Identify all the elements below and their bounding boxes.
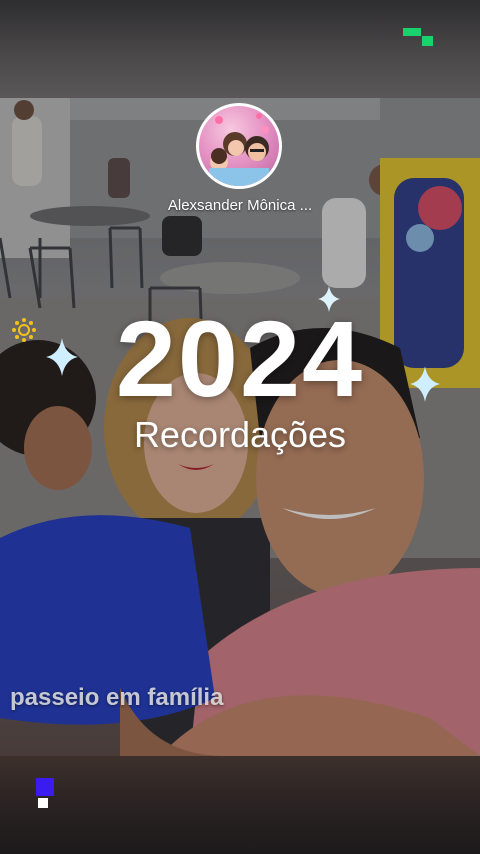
avatar-photo [209,113,269,186]
profile-avatar[interactable] [196,103,282,189]
year-heading: 2024 [115,298,365,419]
profile-name[interactable]: Alexsander Mônica ... [140,197,340,214]
story-screen[interactable]: Alexsander Mônica ... 2024 Recordações p… [0,0,480,854]
blurred-background-top [0,0,480,98]
app-logo-icon [403,28,433,46]
blurred-background-bottom [0,756,480,854]
app-logo-icon [36,778,54,808]
memories-title: Recordações [133,414,347,455]
photo-caption: passeio em família [10,684,224,711]
